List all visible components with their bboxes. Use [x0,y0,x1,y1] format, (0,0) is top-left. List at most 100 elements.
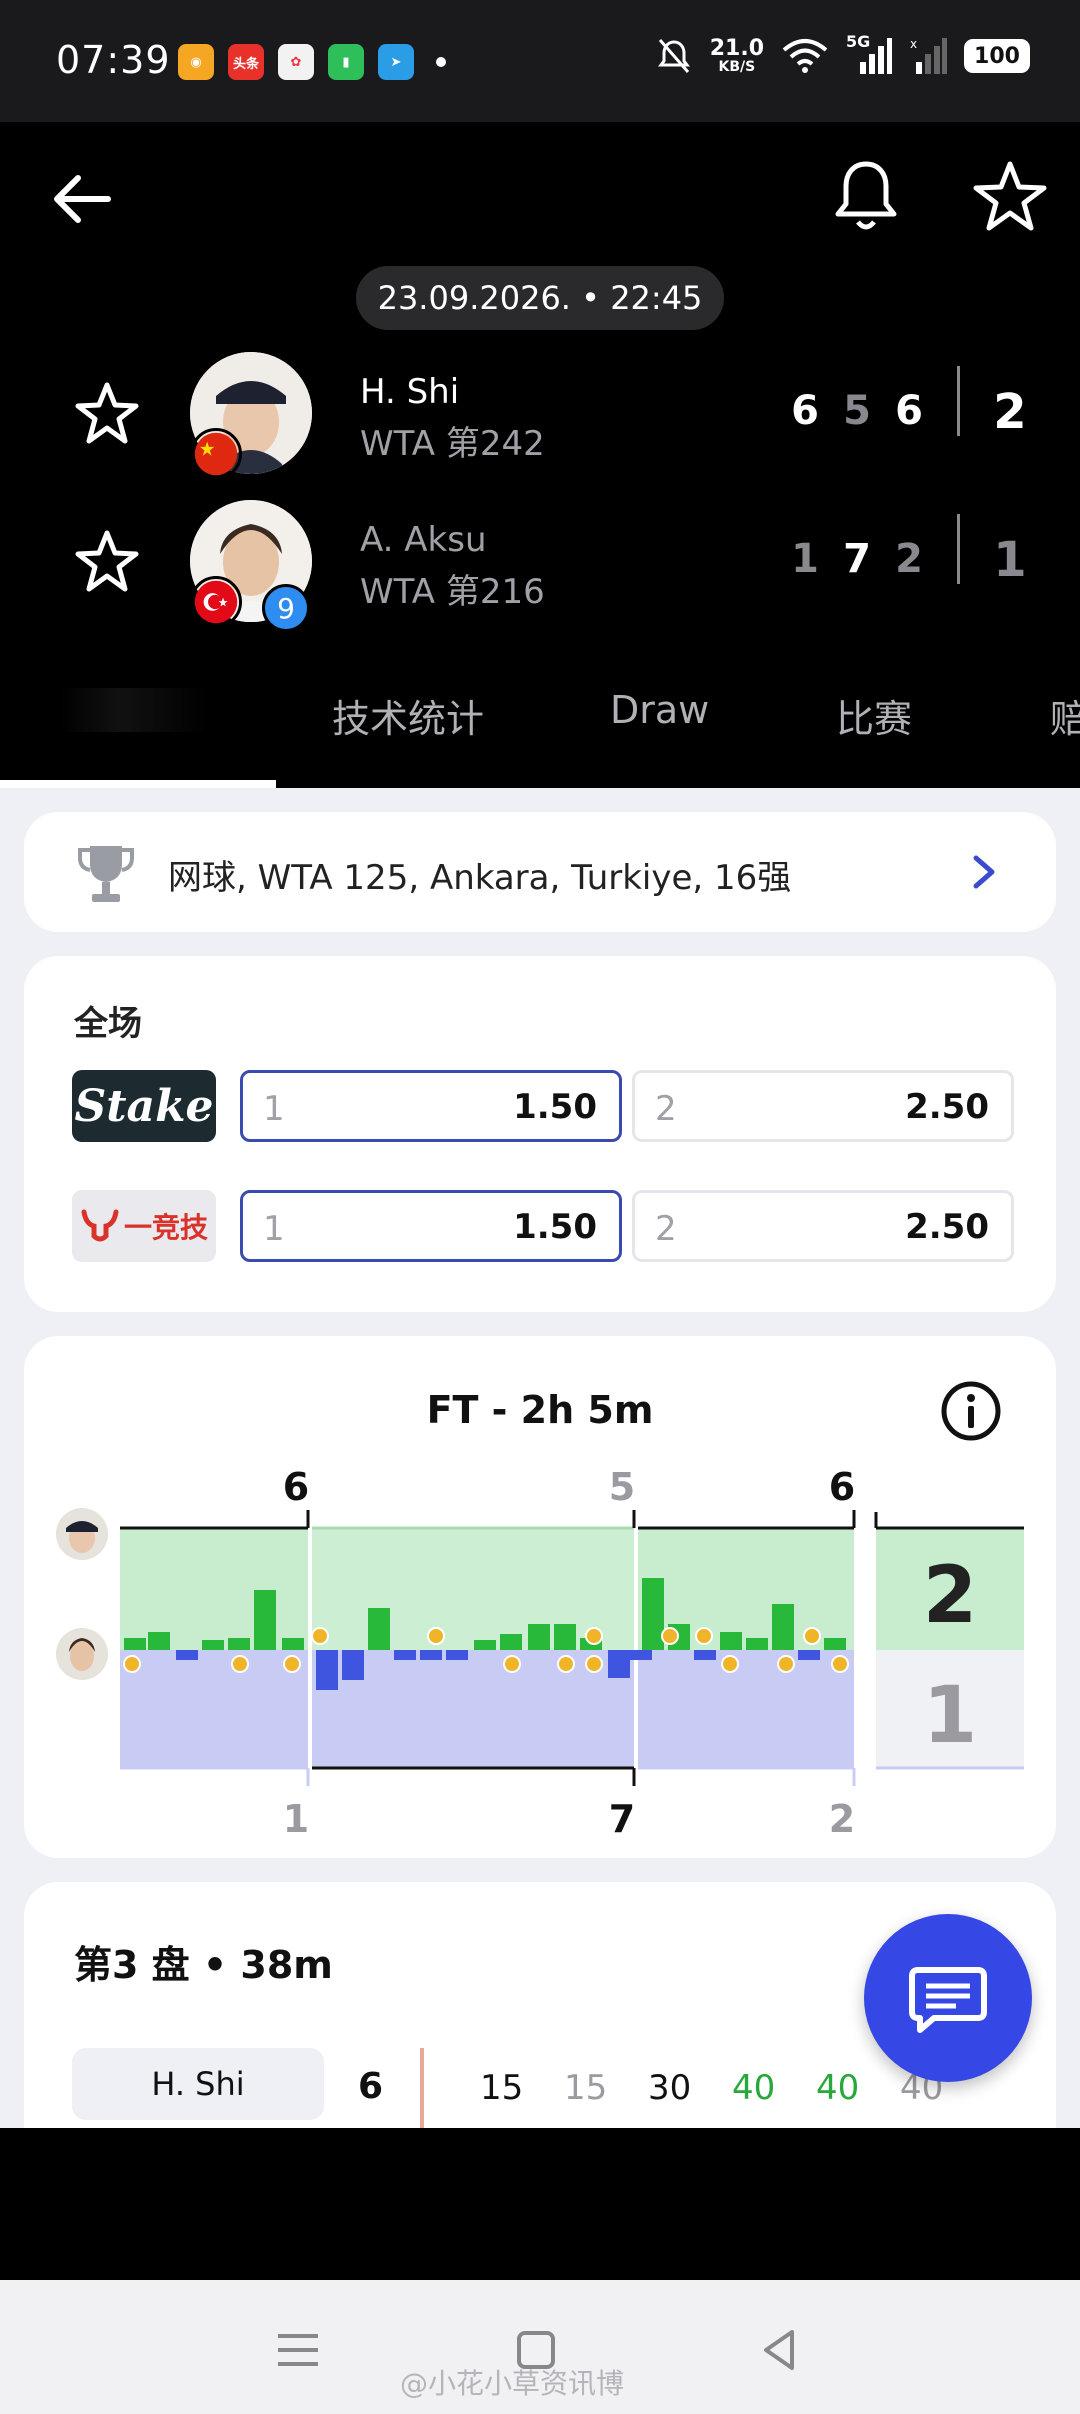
net-speed: 21.0 KB/S [710,38,764,75]
match-datetime: 23.09.2026. • 22:45 [356,266,724,330]
break-point-ball-icon [777,1655,795,1673]
momentum-bar-away [694,1650,716,1660]
set-away-area [120,1650,308,1768]
odds-value: 1.50 [513,1087,597,1127]
game-score: 6 [358,2066,384,2107]
signal-icon: x [910,37,947,74]
break-point-ball-icon [283,1655,301,1673]
stake-logo[interactable]: Stake [72,1070,216,1142]
yijingji-logo[interactable]: 一竞技 [72,1190,216,1262]
momentum-bar-home [368,1608,390,1650]
set-scores: 1 7 2 [790,536,924,582]
watermark: @小花小草资讯博 [400,2367,625,2400]
odds-button[interactable]: 1 1.50 [240,1070,622,1142]
break-point-ball-icon [661,1627,679,1645]
player-name: A. Aksu [360,520,487,560]
telegram-icon: ➤ [378,44,414,80]
odds-button[interactable]: 1 1.50 [240,1190,622,1262]
score-divider [957,366,960,436]
battery-app-icon: ▮ [328,44,364,80]
momentum-bar-home [148,1632,170,1650]
break-point-ball-icon [503,1655,521,1673]
tab-draw[interactable]: Draw [610,688,709,732]
set-scores: 6 5 6 [790,388,924,434]
momentum-bar-home [124,1638,146,1650]
set-score: 2 [895,536,923,582]
momentum-bar-home [474,1640,496,1650]
app-icon: ✿ [278,44,314,80]
player-row-away[interactable]: 9 A. Aksu WTA 第216 1 7 2 1 [0,500,1080,632]
momentum-bar-home [500,1634,522,1650]
set-score: 7 [843,536,871,582]
set-away-area [638,1650,854,1768]
signal-5g-icon: 5G [846,32,892,76]
toutiao-icon: 头条 [228,44,264,80]
momentum-bar-away [608,1650,630,1678]
back-icon[interactable] [750,2320,810,2380]
break-point-ball-icon [585,1627,603,1645]
momentum-graph: 6 5 6 1 7 2 2 1 [120,1465,1024,1841]
score-divider [957,514,960,584]
player-row-home[interactable]: H. Shi WTA 第242 6 5 6 2 [0,352,1080,482]
momentum-bar-away [342,1650,364,1680]
status-bar: 07:39 ◉ 头条 ✿ ▮ ➤ 21.0 KB/S 5G x 100 [0,0,1080,122]
favorite-star-icon[interactable] [972,158,1048,234]
menu-icon[interactable] [268,2320,328,2380]
momentum-bar-away [394,1650,416,1660]
status-right: 21.0 KB/S 5G x 100 [654,32,1030,76]
trophy-icon [78,846,134,902]
wifi-icon [782,39,828,73]
set-score: 6 [895,388,923,434]
chat-icon [909,1967,987,2033]
momentum-bar-home [202,1640,224,1650]
break-point-ball-icon [231,1655,249,1673]
break-point-ball-icon [311,1627,329,1645]
odds-title: 全场 [74,1004,142,1044]
break-point-ball-icon [831,1655,849,1673]
tab-odds[interactable]: 赔 [1050,688,1080,743]
bell-icon[interactable] [832,158,900,234]
player-star-icon[interactable] [74,528,140,594]
bookmaker-name: 一竞技 [123,1211,208,1244]
player-name: H. Shi [360,372,460,412]
odds-button[interactable]: 2 2.50 [632,1070,1014,1142]
set-score-top: 6 [829,1465,855,1509]
chevron-right-icon[interactable] [964,850,1004,894]
back-arrow-icon[interactable] [48,162,122,236]
net-speed-unit: KB/S [718,59,756,75]
tab-matches[interactable]: 比赛 [836,688,912,743]
more-notifications-dot [436,57,446,67]
set-score-top: 5 [609,1465,635,1509]
notification-icons: ◉ 头条 ✿ ▮ ➤ [178,44,446,80]
chat-fab-button[interactable] [864,1914,1032,2082]
set-score-bottom: 7 [609,1797,635,1841]
tab-overview[interactable] [60,688,210,732]
point-score: 30 [648,2068,692,2108]
toutiao-label: 头条 [232,56,259,72]
momentum-bar-home [642,1578,664,1650]
app-screen: 07:39 ◉ 头条 ✿ ▮ ➤ 21.0 KB/S 5G x 100 23.0… [0,0,1080,2414]
odds-label: 2 [655,1209,677,1249]
tab-statistics[interactable]: 技术统计 [332,688,484,743]
momentum-bar-home [254,1590,276,1650]
tournament-card[interactable]: 网球, WTA 125, Ankara, Turkiye, 16强 [24,812,1056,932]
clock: 07:39 [56,38,171,82]
set-score-bottom: 2 [829,1797,855,1841]
momentum-bar-away [630,1650,652,1660]
player-star-icon[interactable] [74,380,140,446]
system-nav-bar: @小花小草资讯博 [0,2280,1080,2414]
sets-total: 2 [993,384,1027,440]
point-score: 15 [564,2068,608,2108]
home-mini-avatar [56,1508,108,1560]
momentum-card: FT - 2h 5m 65617221 [24,1336,1056,1858]
momentum-bar-away [176,1650,198,1660]
match-header: 23.09.2026. • 22:45 H. Shi WTA 第242 6 5 … [0,122,1080,788]
momentum-bar-away [798,1650,820,1660]
odds-card: 全场 Stake 1 1.50 2 2.50 一竞技 1 1.50 2 2.50 [24,956,1056,1312]
set-score: 5 [843,388,871,434]
point-score: 40 [816,2068,860,2108]
odds-button[interactable]: 2 2.50 [632,1190,1014,1262]
away-mini-avatar [56,1628,108,1680]
odds-value: 2.50 [905,1087,989,1127]
momentum-bar-away [316,1650,338,1690]
